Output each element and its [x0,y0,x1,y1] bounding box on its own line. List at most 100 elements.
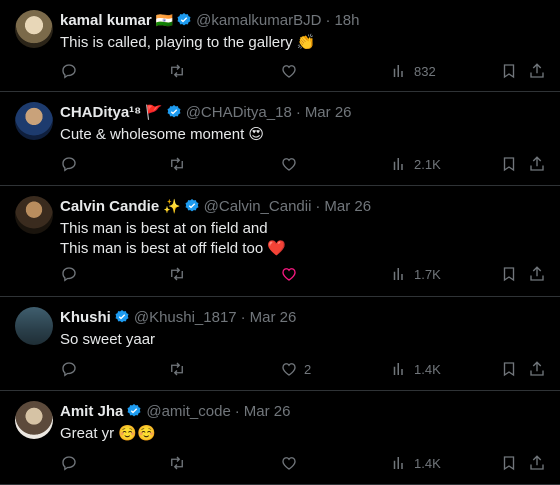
timestamp[interactable]: 18h [334,12,359,29]
retweet-button[interactable] [168,62,186,80]
reply-button[interactable] [60,265,78,283]
timestamp[interactable]: Mar 26 [250,309,297,326]
avatar[interactable] [15,102,53,140]
like-count: 2 [304,361,312,377]
views-count: 832 [414,63,436,79]
views-chart-icon [393,363,403,375]
tweet-1[interactable]: kamal kumar 🇮🇳 @kamalkumarBJD · 18h This… [0,0,560,92]
avatar[interactable] [15,307,53,345]
timestamp[interactable]: Mar 26 [305,104,352,121]
views-count: 2.1K [414,156,441,172]
like-button[interactable] [280,155,298,173]
retweet-button[interactable] [168,265,186,283]
separator-dot: · [325,11,331,29]
share-button[interactable] [528,454,546,472]
separator-dot: · [295,103,301,121]
author-handle[interactable]: @CHADitya_18 [186,104,292,121]
tweet-4[interactable]: Khushi @Khushi_1817 · Mar 26 So sweet ya… [0,297,560,391]
like-button[interactable] [280,265,298,283]
avatar[interactable] [15,196,53,234]
author-name[interactable]: Amit Jha [60,403,123,420]
reply-button[interactable] [60,454,78,472]
views-count: 1.7K [414,266,441,282]
bookmark-button[interactable] [500,360,518,378]
tweet-5[interactable]: Amit Jha @amit_code · Mar 26 Great yr ☺️… [0,391,560,485]
bookmark-button[interactable] [500,155,518,173]
like-button[interactable] [280,62,298,80]
author-name[interactable]: Calvin Candie [60,198,159,215]
views-button[interactable]: 1.7K [390,265,441,283]
avatar[interactable] [15,401,53,439]
verified-badge-icon [126,403,142,419]
author-name[interactable]: CHADitya¹⁸ [60,104,141,121]
views-button[interactable]: 832 [390,62,436,80]
verified-badge-icon [166,104,182,120]
tweet-3[interactable]: Calvin Candie ✨ @Calvin_Candii · Mar 26 … [0,186,560,297]
bookmark-button[interactable] [500,265,518,283]
share-icon [530,266,544,281]
bookmark-icon [503,157,515,172]
bookmark-icon [503,456,515,471]
heart-icon [282,268,296,281]
views-chart-icon [393,65,403,77]
views-chart-icon [393,268,403,280]
tweet-text: So sweet yaar [60,331,156,348]
retweet-icon [171,456,183,470]
reply-button[interactable] [60,155,78,173]
retweet-icon [171,64,183,78]
reply-button[interactable] [60,62,78,80]
name-emoji: 🇮🇳 [155,11,174,28]
heart-icon [282,457,296,470]
separator-dot: · [234,402,240,420]
share-button[interactable] [528,360,546,378]
tweet-header: Calvin Candie ✨ @Calvin_Candii · Mar 26 [60,196,548,216]
heart-icon [282,363,296,376]
bookmark-button[interactable] [500,454,518,472]
author-handle[interactable]: @amit_code [146,403,230,420]
like-button[interactable] [280,454,298,472]
author-handle[interactable]: @Calvin_Candii [204,198,312,215]
tweet-text: This is called, playing to the gallery 👏 [60,34,316,51]
share-button[interactable] [528,62,546,80]
views-button[interactable]: 1.4K [390,360,441,378]
timestamp[interactable]: Mar 26 [324,198,371,215]
tweet-header: Khushi @Khushi_1817 · Mar 26 [60,307,548,327]
views-button[interactable]: 2.1K [390,155,441,173]
bookmark-button[interactable] [500,62,518,80]
share-button[interactable] [528,155,546,173]
heart-icon [282,158,296,171]
share-icon [530,156,544,171]
tweet-text: This man is best at on field and This ma… [60,220,287,257]
reply-icon [62,456,76,471]
author-name[interactable]: Khushi [60,309,111,326]
retweet-button[interactable] [168,360,186,378]
retweet-button[interactable] [168,454,186,472]
separator-dot: · [240,308,246,326]
verified-badge-icon [114,309,130,325]
name-emoji: 🚩 [145,103,163,120]
views-chart-icon [393,457,403,469]
reply-button[interactable] [60,360,78,378]
name-emoji: ✨ [163,197,181,214]
author-handle[interactable]: @kamalkumarBJD [196,12,321,29]
tweet-2[interactable]: CHADitya¹⁸ 🚩 @CHADitya_18 · Mar 26 Cute … [0,92,560,186]
heart-icon [282,65,296,78]
timestamp[interactable]: Mar 26 [244,403,291,420]
author-handle[interactable]: @Khushi_1817 [134,309,237,326]
retweet-icon [171,267,183,281]
reply-icon [62,157,76,172]
views-count: 1.4K [414,361,441,377]
retweet-button[interactable] [168,155,186,173]
share-button[interactable] [528,265,546,283]
share-icon [530,361,544,376]
views-button[interactable]: 1.4K [390,454,441,472]
tweet-text: Cute & wholesome moment 😍 [60,126,265,143]
like-button[interactable]: 2 [280,360,311,378]
retweet-icon [171,362,183,376]
avatar[interactable] [15,10,53,48]
author-name[interactable]: kamal kumar [60,12,152,29]
verified-badge-icon [176,12,192,28]
reply-icon [62,267,76,282]
tweet-text: Great yr ☺️☺️ [60,425,156,442]
share-icon [530,455,544,470]
